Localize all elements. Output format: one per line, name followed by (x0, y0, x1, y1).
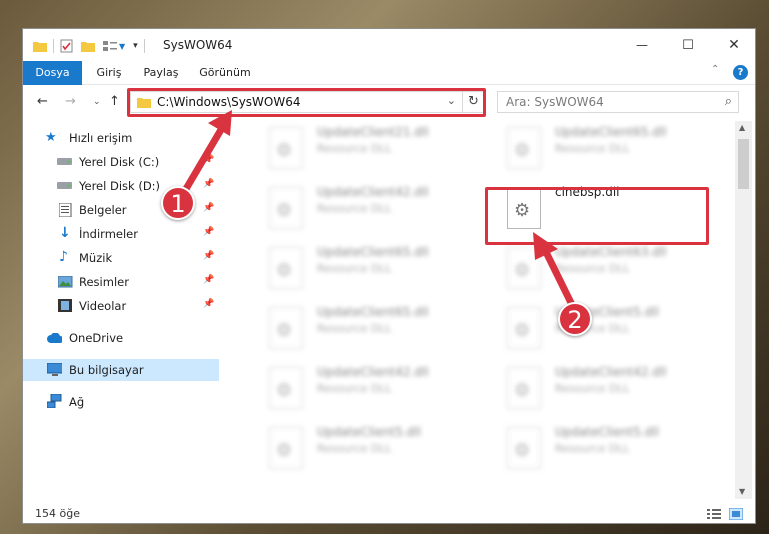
annotation-arrows (179, 110, 581, 319)
step-badge-2: 2 (558, 302, 592, 336)
step-badge-1: 1 (161, 186, 195, 220)
arrow-1 (179, 110, 232, 198)
